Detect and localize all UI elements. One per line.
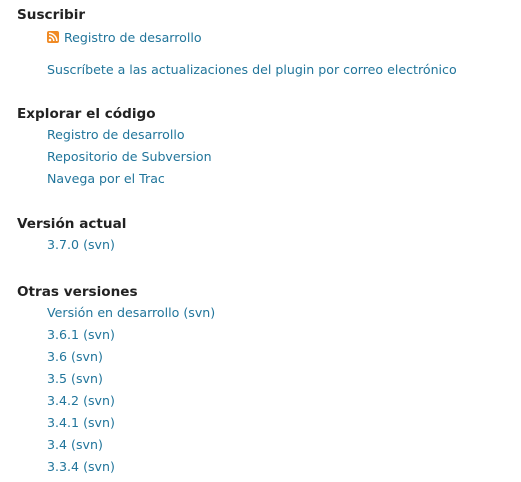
version-link[interactable]: 3.4.2 xyxy=(47,393,79,408)
version-link[interactable]: 3.3.4 xyxy=(47,459,79,474)
version-svn-link[interactable]: (svn) xyxy=(83,393,115,408)
subversion-repo-link[interactable]: Repositorio de Subversion xyxy=(47,149,212,164)
other-versions-heading: Otras versiones xyxy=(17,284,138,300)
email-subscribe-link[interactable]: Suscríbete a las actualizaciones del plu… xyxy=(47,62,457,77)
version-svn-link[interactable]: (svn) xyxy=(83,459,115,474)
subscribe-heading: Suscribir xyxy=(17,7,86,23)
version-svn-link[interactable]: (svn) xyxy=(71,371,103,386)
current-version-link[interactable]: 3.7.0 xyxy=(47,237,79,252)
other-versions-section: Otras versiones Versión en desarrollo (s… xyxy=(17,282,521,478)
version-svn-link[interactable]: (svn) xyxy=(71,349,103,364)
rss-icon[interactable] xyxy=(47,28,59,43)
version-link[interactable]: 3.6.1 xyxy=(47,327,79,342)
trac-link[interactable]: Navega por el Trac xyxy=(47,171,165,186)
version-dev-link[interactable]: Versión en desarrollo xyxy=(47,305,179,320)
version-link[interactable]: 3.5 xyxy=(47,371,67,386)
current-version-heading: Versión actual xyxy=(17,216,127,232)
version-link[interactable]: 3.4.1 xyxy=(47,415,79,430)
version-link[interactable]: 3.6 xyxy=(47,349,67,364)
current-version-section: Versión actual 3.7.0 (svn) xyxy=(17,214,521,256)
subscribe-links: Registro de desarrollo Suscríbete a las … xyxy=(47,27,521,81)
browse-links: Registro de desarrollo Repositorio de Su… xyxy=(47,124,521,190)
dev-log-link[interactable]: Registro de desarrollo xyxy=(47,127,185,142)
browse-section: Explorar el código Registro de desarroll… xyxy=(17,104,521,190)
version-svn-link[interactable]: (svn) xyxy=(83,327,115,342)
version-svn-link[interactable]: (svn) xyxy=(83,415,115,430)
current-version-svn-link[interactable]: (svn) xyxy=(83,237,115,252)
version-link[interactable]: 3.4 xyxy=(47,437,67,452)
version-svn-link[interactable]: (svn) xyxy=(71,437,103,452)
version-dev-svn-link[interactable]: (svn) xyxy=(183,305,215,320)
browse-heading: Explorar el código xyxy=(17,106,156,122)
subscribe-section: Suscribir Registro de desarrollo Suscríb… xyxy=(17,5,521,81)
other-versions-links: Versión en desarrollo (svn) 3.6.1 (svn) … xyxy=(47,302,521,478)
current-version-links: 3.7.0 (svn) xyxy=(47,234,521,256)
dev-log-feed-link[interactable]: Registro de desarrollo xyxy=(64,30,202,45)
